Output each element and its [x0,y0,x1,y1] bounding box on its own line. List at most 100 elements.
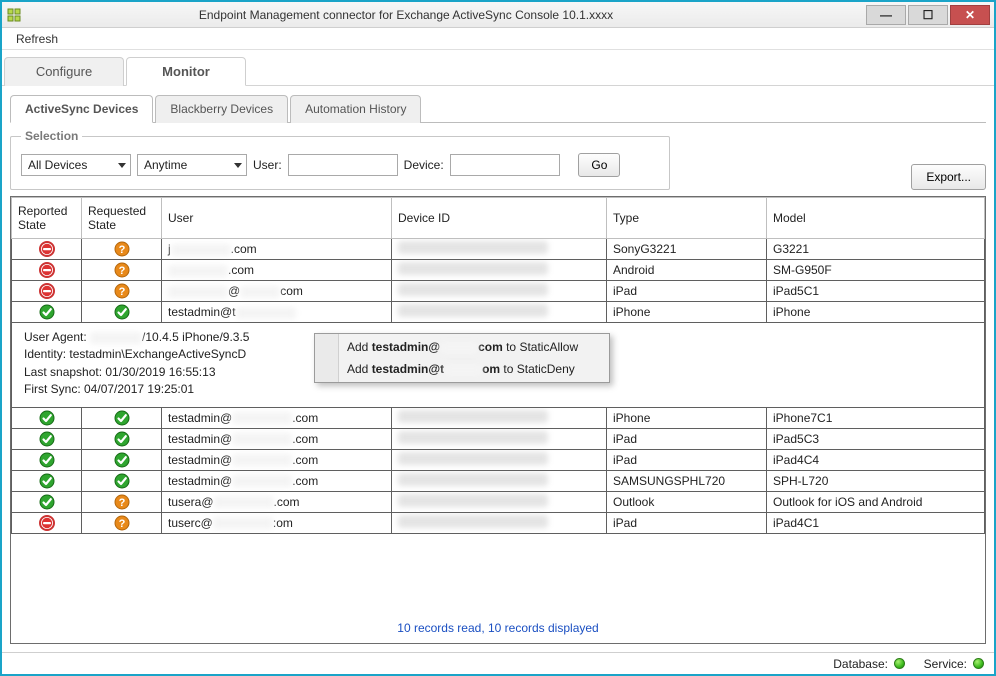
app-window: Endpoint Management connector for Exchan… [0,0,996,676]
selection-group: Selection All Devices Anytime User: Devi… [10,129,670,190]
user-cell: tusera@.com [162,491,392,512]
device-id-cell [392,512,607,533]
chevron-down-icon [234,163,242,168]
reported-state-icon [12,239,82,260]
device-filter-value: All Devices [28,158,87,172]
user-cell: @com [162,281,392,302]
close-button[interactable]: ✕ [950,5,990,25]
table-row[interactable]: ?@comiPadiPad5C1 [12,281,985,302]
model-cell: iPhone7C1 [767,407,985,428]
device-id-cell [392,407,607,428]
requested-state-icon: ? [82,239,162,260]
device-input[interactable] [450,154,560,176]
export-button[interactable]: Export... [911,164,986,190]
device-id-cell [392,491,607,512]
status-bar: Database: Service: [2,652,994,674]
context-menu: Add testadmin@com to StaticAllow Add tes… [314,333,610,383]
requested-state-icon: ? [82,281,162,302]
reported-state-icon [12,428,82,449]
user-cell: testadmin@.com [162,470,392,491]
model-cell: G3221 [767,239,985,260]
device-id-cell [392,302,607,323]
device-id-cell [392,470,607,491]
user-cell: tuserc@:om [162,512,392,533]
requested-state-icon: ? [82,491,162,512]
reported-state-icon [12,449,82,470]
type-cell: iPad [607,428,767,449]
tab-configure[interactable]: Configure [4,57,124,86]
menu-refresh[interactable]: Refresh [8,30,66,48]
tab-activesync-devices[interactable]: ActiveSync Devices [10,95,153,123]
device-id-cell [392,281,607,302]
table-row[interactable]: ? j.com SonyG3221G3221 [12,239,985,260]
tab-blackberry-devices[interactable]: Blackberry Devices [155,95,288,123]
type-cell: iPad [607,281,767,302]
device-grid: Reported State Requested State User Devi… [10,196,986,644]
type-cell: SAMSUNGSPHL720 [607,470,767,491]
tab-automation-history[interactable]: Automation History [290,95,421,123]
time-filter-combo[interactable]: Anytime [137,154,247,176]
type-cell: SonyG3221 [607,239,767,260]
type-cell: iPad [607,512,767,533]
model-cell: iPhone [767,302,985,323]
requested-state-icon [82,449,162,470]
svg-text:?: ? [118,497,125,509]
user-cell: testadmin@t [162,302,392,323]
user-cell: j.com [162,239,392,260]
col-model[interactable]: Model [767,198,985,239]
type-cell: iPhone [607,302,767,323]
reported-state-icon [12,281,82,302]
col-requested-state[interactable]: Requested State [82,198,162,239]
user-cell: testadmin@.com [162,407,392,428]
svg-text:?: ? [118,286,125,298]
col-type[interactable]: Type [607,198,767,239]
grid-status-text: 10 records read, 10 records displayed [11,615,985,643]
sub-tabs: ActiveSync Devices Blackberry Devices Au… [10,94,986,123]
detail-user-agent-value: /10.4.5 iPhone/9.3.5 [142,330,249,344]
type-cell: iPad [607,449,767,470]
type-cell: iPhone [607,407,767,428]
table-row[interactable]: ? tuserc@:om iPadiPad4C1 [12,512,985,533]
reported-state-icon [12,470,82,491]
model-cell: Outlook for iOS and Android [767,491,985,512]
requested-state-icon [82,428,162,449]
requested-state-icon [82,407,162,428]
model-cell: iPad4C1 [767,512,985,533]
context-add-staticdeny[interactable]: Add testadmin@tom to StaticDeny [317,358,607,380]
svg-text:?: ? [118,518,125,530]
service-status-icon [973,658,984,669]
table-row[interactable]: testadmin@.comSAMSUNGSPHL720SPH-L720 [12,470,985,491]
device-filter-combo[interactable]: All Devices [21,154,131,176]
model-cell: iPad4C4 [767,449,985,470]
table-row[interactable]: testadmin@.comiPadiPad5C3 [12,428,985,449]
svg-text:?: ? [118,244,125,256]
minimize-button[interactable]: — [866,5,906,25]
reported-state-icon [12,512,82,533]
requested-state-icon: ? [82,260,162,281]
device-label: Device: [404,158,444,172]
model-cell: SM-G950F [767,260,985,281]
user-cell: testadmin@.com [162,449,392,470]
reported-state-icon [12,260,82,281]
table-row[interactable]: testadmin@t iPhoneiPhone [12,302,985,323]
chevron-down-icon [118,163,126,168]
table-row[interactable]: ?.comAndroidSM-G950F [12,260,985,281]
col-user[interactable]: User [162,198,392,239]
col-reported-state[interactable]: Reported State [12,198,82,239]
device-id-cell [392,428,607,449]
col-device-id[interactable]: Device ID [392,198,607,239]
user-input[interactable] [288,154,398,176]
table-row[interactable]: testadmin@.com iPadiPad4C4 [12,449,985,470]
go-button[interactable]: Go [578,153,620,177]
device-id-cell [392,239,607,260]
table-row[interactable]: testadmin@.com iPhoneiPhone7C1 [12,407,985,428]
tab-monitor[interactable]: Monitor [126,57,246,86]
maximize-button[interactable]: ☐ [908,5,948,25]
context-add-staticallow[interactable]: Add testadmin@com to StaticAllow [317,336,607,358]
window-title: Endpoint Management connector for Exchan… [0,8,864,22]
requested-state-icon: ? [82,512,162,533]
reported-state-icon [12,302,82,323]
table-row[interactable]: ?tusera@.comOutlookOutlook for iOS and A… [12,491,985,512]
user-cell: .com [162,260,392,281]
model-cell: iPad5C3 [767,428,985,449]
